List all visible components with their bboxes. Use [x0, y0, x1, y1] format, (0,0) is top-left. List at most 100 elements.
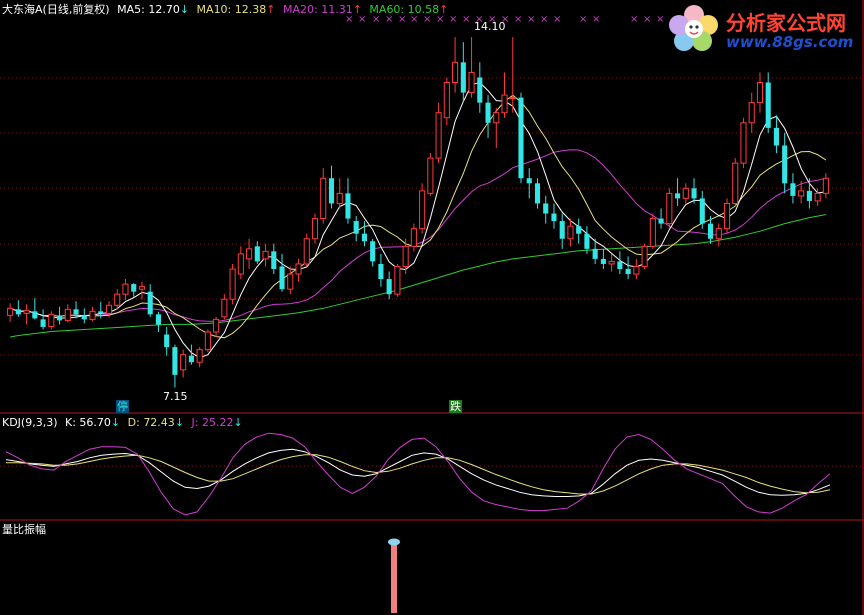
logo-url: www.88gs.com [726, 33, 854, 51]
candle-body-down [617, 261, 623, 269]
signal-x-marker: × [553, 14, 561, 25]
site-logo: 分析家公式网 www.88gs.com [666, 3, 860, 55]
j-line [5, 432, 831, 516]
candle-body-up [435, 112, 442, 159]
candle-body-down [15, 309, 21, 315]
candle-body-up [410, 228, 417, 247]
j-value: J: 25.22 [191, 416, 234, 429]
candle-body-up [814, 192, 821, 202]
candle-body-down [164, 334, 170, 348]
ma60-line [10, 214, 826, 338]
signal-x-marker: × [592, 14, 600, 25]
candle-body-down [98, 311, 104, 314]
candle-body-down [559, 221, 565, 239]
candle-body-up [287, 273, 294, 290]
k-line [5, 448, 831, 497]
d-line [6, 454, 831, 495]
candle-body-up [501, 94, 508, 114]
candle-body-up [213, 318, 220, 333]
candle-body-down [155, 314, 161, 325]
candle-body-up [229, 268, 236, 300]
candle-body-up [732, 162, 739, 204]
candle-body-up [419, 190, 426, 230]
ma10-arrow-icon: ↑ [266, 3, 276, 16]
d-value: D: 72.43 [127, 416, 175, 429]
candle-body-down [691, 188, 697, 199]
candle-body-up [105, 304, 113, 314]
stock-name: 大东海A(日线,前复权) [2, 3, 110, 16]
candle-body-up [666, 192, 673, 225]
candle-body-down [188, 355, 194, 363]
candle-body-up [443, 81, 450, 119]
candle-body-up [798, 190, 805, 197]
candle-body-down [279, 266, 285, 290]
candle-body-up [756, 81, 764, 104]
candle-body-down [254, 246, 260, 262]
candle-body-down [361, 233, 367, 242]
volume-ratio-bar [391, 544, 397, 613]
candle-body-up [493, 112, 500, 124]
candle-body-up [295, 263, 302, 275]
candle-body-up [452, 61, 459, 83]
candle-body-up [196, 349, 203, 363]
candle-body-up [394, 265, 401, 295]
volume-ratio-bars [388, 538, 400, 613]
candle-body-down [625, 268, 631, 275]
candle-body-down [271, 251, 277, 269]
candle-body-up [715, 228, 722, 240]
candle-body-up [262, 250, 269, 260]
candle-body-down [675, 193, 681, 199]
ma5-value: MA5: 12.70 [117, 3, 180, 16]
kdj-name: KDJ(9,3,3) [2, 416, 58, 429]
candle-body-down [131, 284, 137, 292]
main-legend: 大东海A(日线,前复权) MA5: 12.70↓ MA10: 12.38↑ MA… [2, 3, 448, 16]
candle-body-up [633, 265, 640, 275]
candle-body-up [336, 192, 343, 204]
candle-body-down [790, 183, 796, 196]
signal-x-marker: × [579, 14, 587, 25]
candle-body-up [221, 298, 228, 318]
candle-body-down [806, 190, 812, 201]
candle-body-down [707, 223, 714, 239]
kdj-legend: KDJ(9,3,3) K: 56.70↓ D: 72.43↓ J: 25.22↓ [2, 416, 243, 429]
candle-body-up [649, 218, 656, 247]
kdj-lines [5, 432, 831, 516]
candle-body-down [600, 258, 606, 264]
candle-body-down [592, 248, 598, 259]
candle-body-down [73, 309, 79, 315]
candle-body-up [402, 245, 409, 267]
candle-body-up [748, 102, 755, 124]
signal-x-marker: × [462, 14, 470, 25]
k-value: K: 56.70 [65, 416, 111, 429]
candle-body-up [682, 187, 689, 199]
signal-x-marker: × [527, 14, 535, 25]
candle-body-down [345, 193, 351, 219]
candle-body-down [57, 315, 63, 321]
candle-body-down [526, 178, 532, 184]
signal-x-marker: × [630, 14, 638, 25]
candle-body-down [353, 221, 359, 234]
candle-body-up [7, 307, 14, 316]
candle-body-down [765, 82, 771, 128]
candle-body-down [658, 218, 664, 224]
candle-body-up [246, 248, 253, 260]
candle-body-up [204, 331, 211, 351]
flower-logo-icon [669, 5, 718, 51]
stop-marker: 停 [116, 400, 129, 413]
candle-body-up [237, 253, 244, 275]
candle-body-up [23, 309, 30, 314]
candle-body-up [64, 308, 71, 321]
k-arrow-icon: ↓ [110, 416, 121, 429]
candle-body-down [773, 127, 779, 146]
candle-body-up [138, 286, 146, 290]
candle-body-down [551, 213, 557, 222]
high-price-label: 14.10 [474, 20, 506, 33]
candlestick-series [7, 37, 829, 388]
candle-body-up [509, 97, 516, 100]
candle-body-down [40, 319, 46, 327]
signal-x-marker: × [656, 14, 664, 25]
candle-body-down [328, 178, 335, 204]
low-price-label: 7.15 [163, 390, 188, 403]
candle-body-down [584, 233, 590, 249]
candle-body-up [723, 202, 731, 230]
